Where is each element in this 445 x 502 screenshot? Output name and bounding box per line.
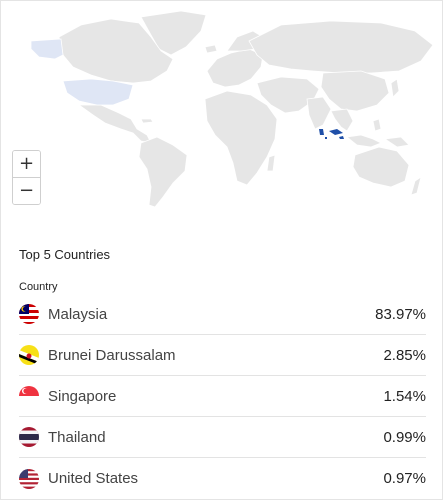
country-name: United States [48,470,139,487]
country-name: Thailand [48,428,106,446]
zoom-in-button[interactable]: + [13,151,40,177]
singapore-flag-icon [19,386,39,406]
countries-list: Malaysia 83.97% Brunei Darussalam 2.85% [19,294,426,499]
usa-region [62,78,134,106]
world-map-svg [30,10,434,208]
country-row: Brunei Darussalam 2.85% [19,335,426,376]
malaysia-region [329,129,343,135]
country-name: Malaysia [48,305,108,323]
zoom-out-button[interactable]: − [13,178,40,204]
usa-flag-icon [19,468,39,489]
country-percent: 83.97% [375,305,426,323]
column-header-country: Country [19,281,58,293]
map-zoom-controls: + − [12,150,41,205]
section-title: Top 5 Countries [19,247,111,262]
thailand-flag-icon [19,427,39,447]
world-map[interactable]: + − [1,1,444,216]
country-name: Singapore [48,387,117,405]
country-row: Thailand 0.99% [19,417,426,458]
country-percent: 0.97% [383,470,426,487]
thailand-region [319,129,324,135]
top-countries-card: + − Top 5 Countries Country Malaysia 83.… [0,0,443,500]
country-percent: 0.99% [383,428,426,446]
brunei-flag-icon [19,345,39,365]
alaska-region [30,38,64,60]
country-row: United States 0.97% [19,458,426,499]
country-percent: 2.85% [383,346,426,364]
country-row: Singapore 1.54% [19,376,426,417]
country-row: Malaysia 83.97% [19,294,426,335]
brunei-region [339,136,344,139]
country-percent: 1.54% [383,387,426,405]
country-name: Brunei Darussalam [48,346,176,364]
malaysia-flag-icon [19,304,39,324]
singapore-region [325,137,327,139]
